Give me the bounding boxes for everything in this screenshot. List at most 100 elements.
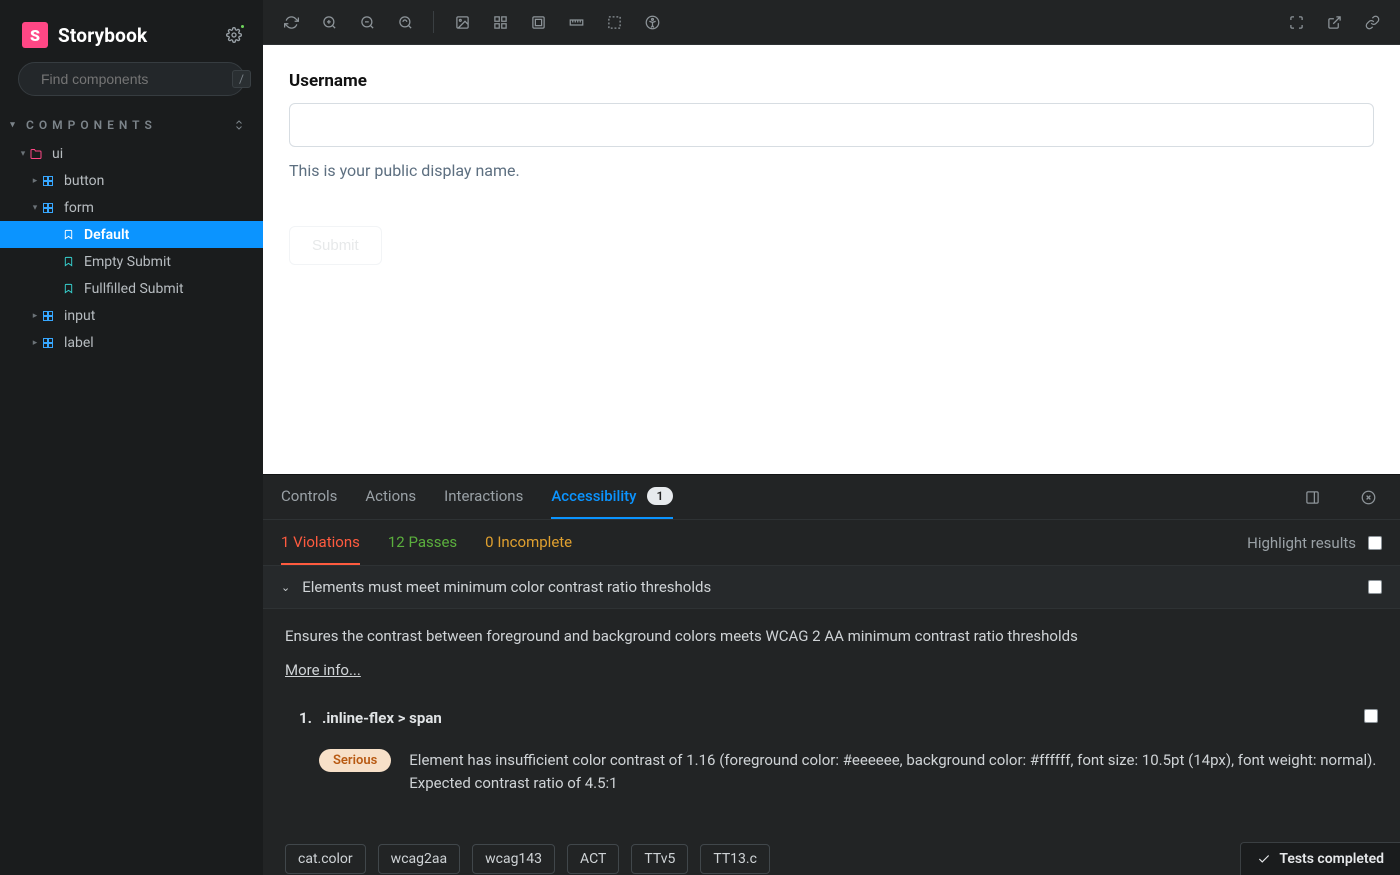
violation-checkbox[interactable] [1368, 580, 1382, 594]
zoom-reset-icon [398, 15, 413, 30]
update-indicator-dot [239, 23, 246, 30]
settings-button[interactable] [223, 24, 245, 46]
tab-controls[interactable]: Controls [281, 475, 337, 519]
tag: ACT [567, 844, 619, 874]
violation-tags: cat.color wcag2aa wcag143 ACT TTv5 TT13.… [263, 844, 1400, 875]
tree-component-button[interactable]: ▸ button [0, 167, 263, 194]
story-icon [60, 229, 76, 240]
chevron-down-icon: ▾ [18, 149, 28, 159]
tree-label: Fullfilled Submit [84, 281, 184, 297]
expand-collapse-icon[interactable] [233, 119, 245, 131]
node-checkbox[interactable] [1364, 709, 1378, 723]
tests-status-label: Tests completed [1279, 851, 1384, 867]
search-input[interactable] [41, 71, 222, 87]
tree-component-form[interactable]: ▾ form [0, 194, 263, 221]
subtab-passes[interactable]: 12 Passes [388, 520, 457, 565]
severity-badge: Serious [319, 749, 391, 772]
folder-icon [28, 148, 44, 160]
section-header-components[interactable]: ▾ COMPONENTS [0, 110, 263, 140]
outline-icon [607, 15, 622, 30]
tab-actions[interactable]: Actions [365, 475, 416, 519]
violation-title: Elements must meet minimum color contras… [302, 578, 711, 596]
a11y-subtabs: 1 Violations 12 Passes 0 Incomplete High… [263, 520, 1400, 566]
violation-message-row: Serious Element has insufficient color c… [285, 749, 1378, 794]
toolbar-separator [433, 11, 434, 33]
fullscreen-button[interactable] [1282, 8, 1310, 36]
grid-button[interactable] [486, 8, 514, 36]
field-label: Username [289, 71, 1374, 91]
tree-story-empty-submit[interactable]: Empty Submit [0, 248, 263, 275]
link-icon [1365, 15, 1380, 30]
a11y-body: ⌄ Elements must meet minimum color contr… [263, 566, 1400, 875]
component-tree: ▾ ui ▸ button ▾ form Default Empty Submi… [0, 140, 263, 356]
submit-button[interactable]: Submit [289, 226, 382, 265]
outline-button[interactable] [600, 8, 628, 36]
tree-label: Empty Submit [84, 254, 171, 270]
tree-label: form [64, 200, 94, 216]
panel-orientation-button[interactable] [1298, 483, 1326, 511]
tag: TTv5 [631, 844, 688, 874]
section-title: COMPONENTS [26, 118, 157, 132]
zoom-in-button[interactable] [315, 8, 343, 36]
sync-icon [284, 15, 299, 30]
node-selector: .inline-flex > span [322, 709, 442, 727]
tree-label: ui [52, 146, 63, 162]
tab-accessibility[interactable]: Accessibility 1 [551, 475, 673, 519]
chevron-right-icon: ▸ [30, 311, 40, 321]
tag: wcag143 [472, 844, 555, 874]
highlight-label: Highlight results [1247, 534, 1356, 552]
tag: TT13.c [700, 844, 770, 874]
remount-button[interactable] [277, 8, 305, 36]
a11y-vision-button[interactable] [638, 8, 666, 36]
violation-header[interactable]: ⌄ Elements must meet minimum color contr… [263, 566, 1400, 609]
check-icon [1257, 852, 1271, 866]
open-new-tab-button[interactable] [1320, 8, 1348, 36]
tree-label: label [64, 335, 94, 351]
copy-link-button[interactable] [1358, 8, 1386, 36]
username-input[interactable] [289, 103, 1374, 147]
fullscreen-icon [1289, 15, 1304, 30]
tree-story-fullfilled-submit[interactable]: Fullfilled Submit [0, 275, 263, 302]
more-info-link[interactable]: More info... [285, 661, 361, 679]
sidebar-header: S Storybook [0, 0, 263, 62]
tree-label: input [64, 308, 95, 324]
addon-tabs: Controls Actions Interactions Accessibil… [263, 475, 1400, 520]
tree-component-input[interactable]: ▸ input [0, 302, 263, 329]
zoom-reset-button[interactable] [391, 8, 419, 36]
component-icon [40, 175, 56, 187]
tag: wcag2aa [378, 844, 460, 874]
background-button[interactable] [448, 8, 476, 36]
external-link-icon [1327, 15, 1342, 30]
chevron-right-icon: ▸ [30, 338, 40, 348]
viewport-button[interactable] [524, 8, 552, 36]
main: Username This is your public display nam… [263, 0, 1400, 875]
search-input-wrap[interactable]: / [18, 62, 245, 96]
story-icon [60, 283, 76, 294]
tab-interactions[interactable]: Interactions [444, 475, 523, 519]
field-hint: This is your public display name. [289, 161, 1374, 180]
measure-button[interactable] [562, 8, 590, 36]
highlight-checkbox[interactable] [1368, 536, 1382, 550]
chevron-right-icon: ▸ [30, 176, 40, 186]
tests-status-badge[interactable]: Tests completed [1240, 842, 1400, 875]
subtab-incomplete[interactable]: 0 Incomplete [485, 520, 572, 565]
ruler-icon [569, 15, 584, 30]
brand-logo: S [22, 22, 48, 48]
zoom-out-button[interactable] [353, 8, 381, 36]
tab-badge: 1 [647, 487, 674, 505]
tree-story-default[interactable]: Default [0, 221, 263, 248]
search-shortcut: / [232, 70, 251, 88]
close-icon [1361, 490, 1376, 505]
story-canvas: Username This is your public display nam… [263, 45, 1400, 474]
chevron-down-icon: ▾ [30, 203, 40, 213]
brand-name: Storybook [58, 24, 147, 47]
component-icon [40, 337, 56, 349]
subtab-violations[interactable]: 1 Violations [281, 520, 360, 565]
sidebar-icon [1305, 490, 1320, 505]
viewport-icon [531, 15, 546, 30]
tree-component-label[interactable]: ▸ label [0, 329, 263, 356]
chevron-down-icon: ⌄ [281, 581, 290, 594]
panel-close-button[interactable] [1354, 483, 1382, 511]
tree-folder-ui[interactable]: ▾ ui [0, 140, 263, 167]
accessibility-icon [645, 15, 660, 30]
